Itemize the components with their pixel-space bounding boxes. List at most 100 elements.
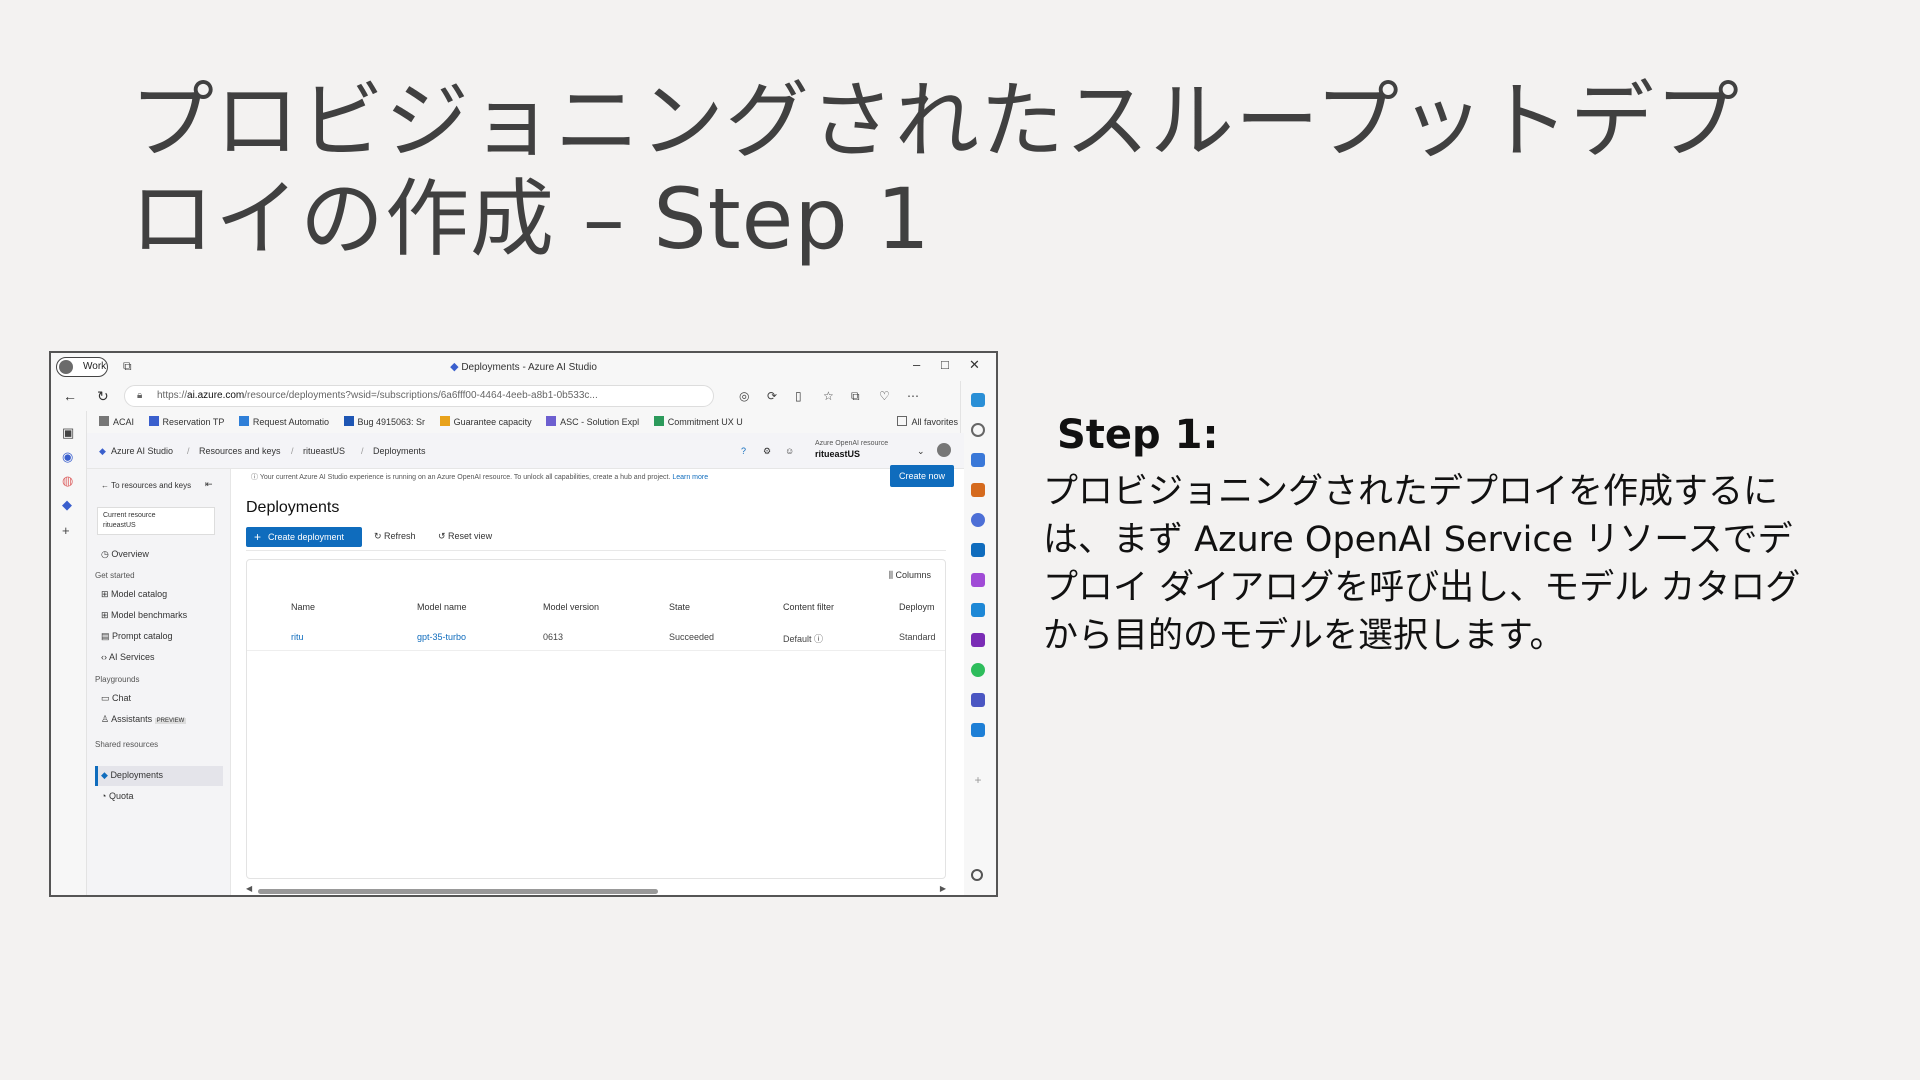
model-name-link[interactable]: gpt-35-turbo <box>417 632 466 642</box>
chevron-down-icon[interactable]: ⌄ <box>917 446 925 457</box>
copilot-icon[interactable]: ◉ <box>62 449 73 465</box>
column-header[interactable]: Model name <box>417 602 467 612</box>
favorite-item[interactable]: Request Automatio <box>238 411 329 433</box>
favorites-icon[interactable]: ☆ <box>823 389 834 403</box>
back-to-resources-link[interactable]: ← To resources and keys <box>101 481 191 490</box>
info-icon[interactable]: ⓘ <box>814 634 823 644</box>
sidebar-item-quota[interactable]: ◔ Quota <box>101 791 133 801</box>
minimize-icon[interactable]: – <box>913 357 920 372</box>
reload-icon[interactable]: ↻ <box>97 388 109 405</box>
sidebar-section-get-started[interactable]: Get started <box>95 571 135 580</box>
favorite-item[interactable]: Reservation TP <box>148 411 224 433</box>
studio-sidebar: ← To resources and keys ⇤ Current resour… <box>87 469 231 895</box>
sidebar-item-model-benchmarks[interactable]: ⊞ Model benchmarks <box>101 610 187 621</box>
shopping-icon[interactable] <box>971 603 985 617</box>
brand-link[interactable]: Azure AI Studio <box>111 446 173 456</box>
maximize-icon[interactable]: □ <box>941 357 949 372</box>
todo-icon[interactable] <box>971 723 985 737</box>
table-row-divider <box>247 650 945 651</box>
azure-ai-tab-icon[interactable]: ◆ <box>62 497 72 513</box>
add-icon[interactable]: + <box>971 773 985 787</box>
columns-button[interactable]: ⫼ Columns <box>889 570 931 581</box>
url-input[interactable]: 🔒︎ https://ai.azure.com/resource/deploym… <box>124 385 714 407</box>
performance-icon[interactable]: ♡ <box>879 389 890 403</box>
help-icon[interactable]: ? <box>741 446 746 456</box>
step-body: プロビジョニングされたデプロイを作成するには、まず Azure OpenAI S… <box>1043 472 1801 656</box>
emoji-icon[interactable]: ☺ <box>785 446 794 456</box>
sidebar-item-chat[interactable]: ▭ Chat <box>101 693 131 704</box>
learn-more-link[interactable]: Learn more <box>672 474 708 481</box>
deployments-table: ⫼ Columns Name Model name Model version … <box>246 559 946 879</box>
main-content: ⓘ Your current Azure AI Studio experienc… <box>231 465 964 895</box>
copilot-icon[interactable] <box>971 393 985 407</box>
slide-title-line1: プロビジョニングされたスループットデプ <box>130 72 1740 170</box>
games-icon[interactable] <box>971 513 985 527</box>
favorite-item[interactable]: ACAI <box>99 411 134 433</box>
close-icon[interactable]: ✕ <box>969 357 980 373</box>
breadcrumb-resources[interactable]: Resources and keys <box>199 446 281 456</box>
refresh-page-icon[interactable]: ⟳ <box>767 389 777 403</box>
create-now-button[interactable]: Create now <box>890 465 954 487</box>
state-cell: Succeeded <box>669 632 715 642</box>
refresh-button[interactable]: ↻ Refresh <box>374 531 416 542</box>
breadcrumb-resource[interactable]: ritueastUS <box>303 446 345 456</box>
reset-view-button[interactable]: ↺ Reset view <box>438 531 492 542</box>
collapse-sidebar-icon[interactable]: ⇤ <box>205 479 213 490</box>
column-header[interactable]: Content filter <box>783 602 834 612</box>
extension-icon[interactable]: ◎ <box>739 389 749 403</box>
column-header[interactable]: Deploym <box>899 602 935 612</box>
gear-icon[interactable] <box>971 869 983 881</box>
sidebar-item-prompt-catalog[interactable]: ▤ Prompt catalog <box>101 631 173 642</box>
sidebar-section-shared-resources[interactable]: Shared resources <box>95 740 158 749</box>
browser-title-bar: Work ⧉ ◆ Deployments - Azure AI Studio –… <box>51 353 996 381</box>
favorite-item[interactable]: Bug 4915063: Sr <box>343 411 425 433</box>
azure-ai-logo-icon: ◆ <box>99 446 106 456</box>
sidebar-item-model-catalog[interactable]: ⊞ Model catalog <box>101 589 167 600</box>
favorite-item[interactable]: ASC - Solution Expl <box>546 411 639 433</box>
scroll-left-icon[interactable]: ◀ <box>246 884 252 893</box>
column-header[interactable]: Name <box>291 602 315 612</box>
browser-sidebar-right: + <box>960 381 996 895</box>
onenote-icon[interactable] <box>971 633 985 647</box>
outlook-icon[interactable] <box>971 543 985 557</box>
favorite-item[interactable]: Commitment UX U <box>653 411 743 433</box>
address-bar-row: ← ↻ 🔒︎ https://ai.azure.com/resource/dep… <box>51 381 996 411</box>
tools-icon[interactable] <box>971 483 985 497</box>
all-favorites-folder[interactable]: All favorites <box>897 411 958 433</box>
more-icon[interactable]: ⋯ <box>907 389 919 403</box>
avatar[interactable] <box>937 443 951 457</box>
gear-icon[interactable]: ⚙ <box>763 446 771 457</box>
sidebar-item-deployments[interactable]: ◆ Deployments <box>101 770 163 781</box>
scroll-right-icon[interactable]: ▶ <box>940 884 946 893</box>
sidebar-section-playgrounds[interactable]: Playgrounds <box>95 675 139 684</box>
deployment-name-link[interactable]: ritu <box>291 632 304 642</box>
create-deployment-button[interactable]: + Create deployment <box>246 527 362 547</box>
spotify-icon[interactable] <box>971 663 985 677</box>
current-resource-select[interactable]: Current resource ritueastUS <box>97 507 215 535</box>
back-icon[interactable]: ← <box>63 388 77 404</box>
designer-icon[interactable] <box>971 573 985 587</box>
add-icon[interactable]: + <box>62 523 70 538</box>
teams-icon[interactable] <box>971 693 985 707</box>
sidebar-item-overview[interactable]: ◷ Overview <box>101 549 149 560</box>
app-icon[interactable]: ◍ <box>62 473 73 489</box>
favorite-item[interactable]: Guarantee capacity <box>439 411 532 433</box>
lock-icon: 🔒︎ <box>137 390 143 401</box>
tabs-icon[interactable]: ▣ <box>62 425 74 441</box>
tag-icon[interactable] <box>971 453 985 467</box>
azure-ai-logo-icon: ◆ <box>450 361 459 373</box>
sidebar-item-ai-services[interactable]: ‹› AI Services <box>101 652 155 662</box>
screenshot-window: Work ⧉ ◆ Deployments - Azure AI Studio –… <box>49 351 998 897</box>
scrollbar-thumb[interactable] <box>258 889 658 894</box>
collections-icon[interactable]: ⧉ <box>851 389 860 404</box>
column-header[interactable]: Model version <box>543 602 599 612</box>
resource-switcher[interactable]: Azure OpenAI resource ritueastUS <box>815 439 888 461</box>
step-description: Step 1: プロビジョニングされたデプロイを作成するには、まず Azure … <box>1043 412 1823 660</box>
slide-title-line2: ロイの作成 – Step 1 <box>130 170 931 268</box>
sidebar-item-assistants[interactable]: ♙ Assistants PREVIEW <box>101 714 187 725</box>
horizontal-scrollbar[interactable]: ◀ ▶ <box>246 884 946 895</box>
search-icon[interactable] <box>971 423 985 437</box>
split-screen-icon[interactable]: ▯ <box>795 389 802 403</box>
column-header[interactable]: State <box>669 602 690 612</box>
model-version-cell: 0613 <box>543 632 564 642</box>
